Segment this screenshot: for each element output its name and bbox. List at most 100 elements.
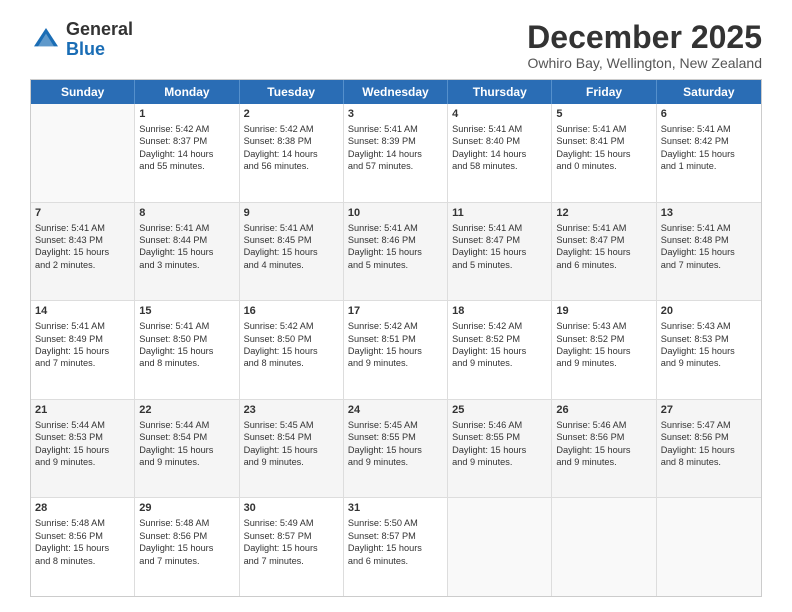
calendar-cell: 29 Sunrise: 5:48 AM Sunset: 8:56 PM Dayli… xyxy=(135,498,239,596)
logo-line1: General xyxy=(66,20,133,40)
day-number: 21 xyxy=(35,403,130,418)
day-number: 6 xyxy=(661,107,757,122)
day-number: 20 xyxy=(661,304,757,319)
calendar-cell xyxy=(31,104,135,202)
logo-line2: Blue xyxy=(66,40,133,60)
day-info: Sunrise: 5:42 AM Sunset: 8:37 PM Dayligh… xyxy=(139,124,213,171)
day-info: Sunrise: 5:41 AM Sunset: 8:39 PM Dayligh… xyxy=(348,124,422,171)
day-number: 9 xyxy=(244,206,339,221)
calendar-cell: 5 Sunrise: 5:41 AM Sunset: 8:41 PM Daylig… xyxy=(552,104,656,202)
day-info: Sunrise: 5:43 AM Sunset: 8:52 PM Dayligh… xyxy=(556,321,630,368)
day-number: 12 xyxy=(556,206,651,221)
logo-text: General Blue xyxy=(66,20,133,60)
calendar-cell: 17Sunrise: 5:42 AM Sunset: 8:51 PM Dayli… xyxy=(344,301,448,399)
calendar-cell: 8Sunrise: 5:41 AM Sunset: 8:44 PM Daylig… xyxy=(135,203,239,301)
calendar-cell xyxy=(552,498,656,596)
day-info: Sunrise: 5:45 AM Sunset: 8:54 PM Dayligh… xyxy=(244,420,318,467)
day-info: Sunrise: 5:42 AM Sunset: 8:38 PM Dayligh… xyxy=(244,124,318,171)
day-number: 31 xyxy=(348,501,443,516)
calendar-cell: 21 Sunrise: 5:44 AM Sunset: 8:53 PM Dayli… xyxy=(31,400,135,498)
day-number: 4 xyxy=(452,107,547,122)
logo: General Blue xyxy=(30,20,133,60)
day-info: Sunrise: 5:49 AM Sunset: 8:57 PM Dayligh… xyxy=(244,518,318,565)
day-info: Sunrise: 5:41 AM Sunset: 8:47 PM Dayligh… xyxy=(452,223,526,270)
calendar-cell: 1 Sunrise: 5:42 AM Sunset: 8:37 PM Daylig… xyxy=(135,104,239,202)
calendar-cell: 13Sunrise: 5:41 AM Sunset: 8:48 PM Dayli… xyxy=(657,203,761,301)
calendar-day-header: Sunday xyxy=(31,80,135,104)
subtitle: Owhiro Bay, Wellington, New Zealand xyxy=(527,55,762,71)
day-info: Sunrise: 5:48 AM Sunset: 8:56 PM Dayligh… xyxy=(139,518,213,565)
day-number: 11 xyxy=(452,206,547,221)
day-info: Sunrise: 5:48 AM Sunset: 8:56 PM Dayligh… xyxy=(35,518,109,565)
day-info: Sunrise: 5:43 AM Sunset: 8:53 PM Dayligh… xyxy=(661,321,735,368)
day-info: Sunrise: 5:42 AM Sunset: 8:50 PM Dayligh… xyxy=(244,321,318,368)
calendar-cell: 30 Sunrise: 5:49 AM Sunset: 8:57 PM Dayli… xyxy=(240,498,344,596)
calendar-day-header: Wednesday xyxy=(344,80,448,104)
calendar-week-row: 14 Sunrise: 5:41 AM Sunset: 8:49 PM Dayli… xyxy=(31,301,761,400)
calendar-cell: 2 Sunrise: 5:42 AM Sunset: 8:38 PM Daylig… xyxy=(240,104,344,202)
day-number: 26 xyxy=(556,403,651,418)
calendar-cell: 23Sunrise: 5:45 AM Sunset: 8:54 PM Dayli… xyxy=(240,400,344,498)
calendar-cell: 25Sunrise: 5:46 AM Sunset: 8:55 PM Dayli… xyxy=(448,400,552,498)
calendar: SundayMondayTuesdayWednesdayThursdayFrid… xyxy=(30,79,762,597)
day-info: Sunrise: 5:41 AM Sunset: 8:49 PM Dayligh… xyxy=(35,321,109,368)
calendar-cell: 12 Sunrise: 5:41 AM Sunset: 8:47 PM Dayli… xyxy=(552,203,656,301)
calendar-cell: 9 Sunrise: 5:41 AM Sunset: 8:45 PM Daylig… xyxy=(240,203,344,301)
calendar-cell: 11 Sunrise: 5:41 AM Sunset: 8:47 PM Dayli… xyxy=(448,203,552,301)
day-number: 5 xyxy=(556,107,651,122)
calendar-week-row: 21 Sunrise: 5:44 AM Sunset: 8:53 PM Dayli… xyxy=(31,400,761,499)
day-info: Sunrise: 5:44 AM Sunset: 8:54 PM Dayligh… xyxy=(139,420,213,467)
calendar-week-row: 28Sunrise: 5:48 AM Sunset: 8:56 PM Dayli… xyxy=(31,498,761,596)
day-info: Sunrise: 5:50 AM Sunset: 8:57 PM Dayligh… xyxy=(348,518,422,565)
day-number: 2 xyxy=(244,107,339,122)
calendar-day-header: Friday xyxy=(552,80,656,104)
day-info: Sunrise: 5:41 AM Sunset: 8:45 PM Dayligh… xyxy=(244,223,318,270)
day-number: 1 xyxy=(139,107,234,122)
day-number: 10 xyxy=(348,206,443,221)
calendar-cell: 22 Sunrise: 5:44 AM Sunset: 8:54 PM Dayli… xyxy=(135,400,239,498)
day-info: Sunrise: 5:46 AM Sunset: 8:56 PM Dayligh… xyxy=(556,420,630,467)
day-info: Sunrise: 5:45 AM Sunset: 8:55 PM Dayligh… xyxy=(348,420,422,467)
day-info: Sunrise: 5:41 AM Sunset: 8:47 PM Dayligh… xyxy=(556,223,630,270)
calendar-cell: 6 Sunrise: 5:41 AM Sunset: 8:42 PM Daylig… xyxy=(657,104,761,202)
day-number: 29 xyxy=(139,501,234,516)
day-number: 18 xyxy=(452,304,547,319)
calendar-header: SundayMondayTuesdayWednesdayThursdayFrid… xyxy=(31,80,761,104)
day-number: 30 xyxy=(244,501,339,516)
day-info: Sunrise: 5:41 AM Sunset: 8:41 PM Dayligh… xyxy=(556,124,630,171)
calendar-cell: 3Sunrise: 5:41 AM Sunset: 8:39 PM Daylig… xyxy=(344,104,448,202)
page: General Blue December 2025 Owhiro Bay, W… xyxy=(0,0,792,612)
day-info: Sunrise: 5:42 AM Sunset: 8:52 PM Dayligh… xyxy=(452,321,526,368)
day-info: Sunrise: 5:47 AM Sunset: 8:56 PM Dayligh… xyxy=(661,420,735,467)
calendar-cell: 27Sunrise: 5:47 AM Sunset: 8:56 PM Dayli… xyxy=(657,400,761,498)
day-number: 17 xyxy=(348,304,443,319)
calendar-cell: 31 Sunrise: 5:50 AM Sunset: 8:57 PM Dayli… xyxy=(344,498,448,596)
logo-icon xyxy=(30,24,62,56)
calendar-cell: 10 Sunrise: 5:41 AM Sunset: 8:46 PM Dayli… xyxy=(344,203,448,301)
calendar-cell: 26 Sunrise: 5:46 AM Sunset: 8:56 PM Dayli… xyxy=(552,400,656,498)
day-number: 22 xyxy=(139,403,234,418)
day-info: Sunrise: 5:41 AM Sunset: 8:44 PM Dayligh… xyxy=(139,223,213,270)
calendar-cell: 4 Sunrise: 5:41 AM Sunset: 8:40 PM Daylig… xyxy=(448,104,552,202)
day-info: Sunrise: 5:41 AM Sunset: 8:40 PM Dayligh… xyxy=(452,124,526,171)
calendar-week-row: 1 Sunrise: 5:42 AM Sunset: 8:37 PM Daylig… xyxy=(31,104,761,203)
calendar-cell: 24 Sunrise: 5:45 AM Sunset: 8:55 PM Dayli… xyxy=(344,400,448,498)
day-info: Sunrise: 5:41 AM Sunset: 8:48 PM Dayligh… xyxy=(661,223,735,270)
day-info: Sunrise: 5:44 AM Sunset: 8:53 PM Dayligh… xyxy=(35,420,109,467)
day-number: 7 xyxy=(35,206,130,221)
day-number: 24 xyxy=(348,403,443,418)
calendar-cell: 15 Sunrise: 5:41 AM Sunset: 8:50 PM Dayli… xyxy=(135,301,239,399)
day-number: 15 xyxy=(139,304,234,319)
day-info: Sunrise: 5:46 AM Sunset: 8:55 PM Dayligh… xyxy=(452,420,526,467)
calendar-cell: 7Sunrise: 5:41 AM Sunset: 8:43 PM Daylig… xyxy=(31,203,135,301)
calendar-day-header: Saturday xyxy=(657,80,761,104)
calendar-day-header: Tuesday xyxy=(240,80,344,104)
calendar-day-header: Monday xyxy=(135,80,239,104)
day-info: Sunrise: 5:41 AM Sunset: 8:42 PM Dayligh… xyxy=(661,124,735,171)
day-info: Sunrise: 5:41 AM Sunset: 8:46 PM Dayligh… xyxy=(348,223,422,270)
header: General Blue December 2025 Owhiro Bay, W… xyxy=(30,20,762,71)
calendar-body: 1 Sunrise: 5:42 AM Sunset: 8:37 PM Daylig… xyxy=(31,104,761,596)
day-info: Sunrise: 5:41 AM Sunset: 8:50 PM Dayligh… xyxy=(139,321,213,368)
day-number: 14 xyxy=(35,304,130,319)
calendar-cell xyxy=(657,498,761,596)
